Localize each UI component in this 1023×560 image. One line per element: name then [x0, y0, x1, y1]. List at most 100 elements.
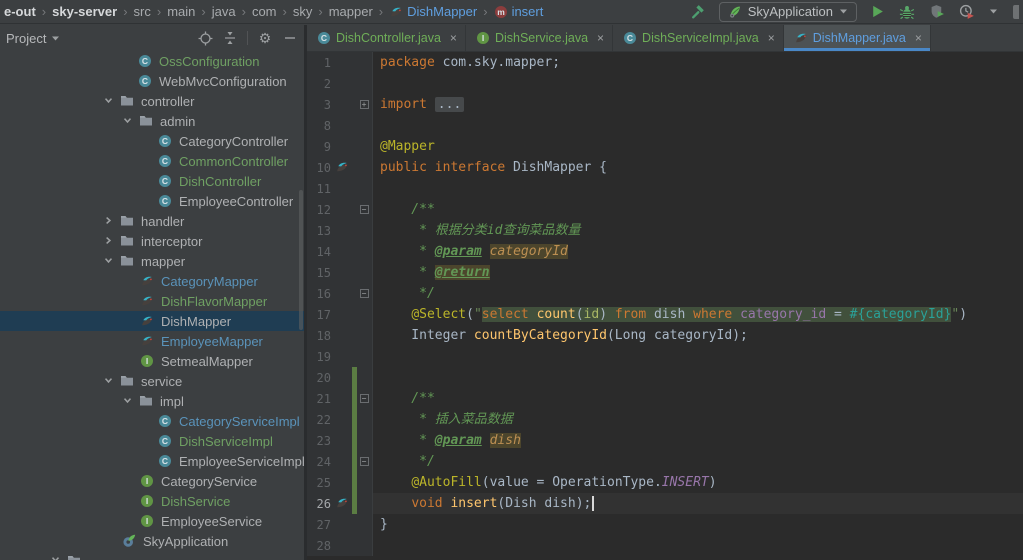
code-line-12[interactable]: 12 − /**: [307, 199, 1023, 220]
fold-plus-icon[interactable]: +: [359, 100, 369, 109]
code-line-22[interactable]: 22 * 插入菜品数据: [307, 409, 1023, 430]
chevron-down-icon[interactable]: [103, 95, 115, 107]
fold-end-icon[interactable]: −: [359, 289, 369, 298]
tree-item-mapper[interactable]: mapper: [0, 251, 304, 271]
folded-imports-chip[interactable]: ...: [434, 97, 465, 112]
code-line-28[interactable]: 28: [307, 535, 1023, 556]
tree-item-employeeserviceimpl[interactable]: C EmployeeServiceImpl: [0, 451, 304, 471]
tab-dishserviceimpl-java[interactable]: C DishServiceImpl.java ×: [613, 25, 784, 51]
code-line-14[interactable]: 14 * @param categoryId: [307, 241, 1023, 262]
tree-item-handler[interactable]: handler: [0, 211, 304, 231]
mybatis-gutter-icon[interactable]: [333, 496, 351, 511]
fold-minus-icon[interactable]: −: [359, 394, 369, 403]
code-editor[interactable]: 1 package com.sky.mapper; 2 3 + import ... 8 9 @…: [307, 52, 1023, 560]
code-line-10[interactable]: 10 public interface DishMapper {: [307, 157, 1023, 178]
code-line-19[interactable]: 19: [307, 346, 1023, 367]
code-line-13[interactable]: 13 * 根据分类id查询菜品数量: [307, 220, 1023, 241]
chevron-right-icon[interactable]: [103, 235, 115, 247]
tree-item-skyapplication[interactable]: SkyApplication: [0, 531, 304, 551]
run-button[interactable]: [867, 2, 887, 22]
profiler-dropdown-button[interactable]: [987, 2, 999, 22]
tab-dishservice-java[interactable]: I DishService.java ×: [466, 25, 614, 51]
chevron-down-icon[interactable]: [122, 395, 134, 407]
tree-item-employeecontroller[interactable]: C EmployeeController: [0, 191, 304, 211]
run-configuration-selector[interactable]: SkyApplication: [718, 1, 857, 22]
tree-item-admin[interactable]: admin: [0, 111, 304, 131]
tree-item-employeeservice[interactable]: I EmployeeService: [0, 511, 304, 531]
code-line-24[interactable]: 24 − */: [307, 451, 1023, 472]
tab-dishmapper-java[interactable]: DishMapper.java ×: [783, 25, 931, 51]
chevron-down-icon[interactable]: [122, 115, 134, 127]
debug-button[interactable]: [897, 2, 917, 22]
tree-item-interceptor[interactable]: interceptor: [0, 231, 304, 251]
fold-end-icon[interactable]: −: [359, 457, 369, 466]
code-line-25[interactable]: 25 @AutoFill(value = OperationType.INSER…: [307, 472, 1023, 493]
breadcrumb-item-insert[interactable]: m insert: [494, 4, 543, 19]
code-line-2[interactable]: 2: [307, 73, 1023, 94]
close-icon[interactable]: ×: [450, 31, 457, 45]
code-line-18[interactable]: 18 Integer countByCategoryId(Long catego…: [307, 325, 1023, 346]
breadcrumb-item-src[interactable]: src: [134, 4, 151, 19]
tree-item-categoryservice[interactable]: I CategoryService: [0, 471, 304, 491]
breadcrumb-item-com[interactable]: com: [252, 4, 277, 19]
tree-item-dishmapper[interactable]: DishMapper: [0, 311, 304, 331]
mybatis-gutter-icon[interactable]: [333, 160, 351, 175]
code-segment: INSERT: [661, 475, 709, 490]
tree-item-ossconfiguration[interactable]: C OssConfiguration: [0, 51, 304, 71]
tree-item-controller[interactable]: controller: [0, 91, 304, 111]
code-line-15[interactable]: 15 * @return: [307, 262, 1023, 283]
locate-file-button[interactable]: [197, 30, 213, 46]
build-hammer-button[interactable]: [689, 2, 709, 22]
chevron-down-icon[interactable]: [50, 554, 62, 560]
code-line-16[interactable]: 16 − */: [307, 283, 1023, 304]
code-line-20[interactable]: 20: [307, 367, 1023, 388]
chevron-right-icon[interactable]: [103, 215, 115, 227]
code-line-11[interactable]: 11: [307, 178, 1023, 199]
code-line-27[interactable]: 27}: [307, 514, 1023, 535]
breadcrumb-item-java[interactable]: java: [212, 4, 236, 19]
hide-panel-button[interactable]: [282, 30, 298, 46]
tree-item-label: controller: [141, 93, 195, 109]
close-icon[interactable]: ×: [768, 31, 775, 45]
tree-item-dishcontroller[interactable]: C DishController: [0, 171, 304, 191]
tree-item-employeemapper[interactable]: EmployeeMapper: [0, 331, 304, 351]
code-line-1[interactable]: 1 package com.sky.mapper;: [307, 52, 1023, 73]
tree-item-dishservice[interactable]: I DishService: [0, 491, 304, 511]
breadcrumb-item-mapper[interactable]: mapper: [329, 4, 373, 19]
project-scrollbar[interactable]: [299, 190, 303, 330]
tree-item-webmvcconfiguration[interactable]: C WebMvcConfiguration: [0, 71, 304, 91]
tab-dishcontroller-java[interactable]: C DishController.java ×: [307, 25, 466, 51]
tree-item-service[interactable]: service: [0, 371, 304, 391]
breadcrumb-item-e-out[interactable]: e-out: [4, 4, 36, 19]
breadcrumb-item-main[interactable]: main: [167, 4, 195, 19]
breadcrumb-item-dishmapper[interactable]: DishMapper: [389, 4, 477, 19]
tree-item-dishflavormapper[interactable]: DishFlavorMapper: [0, 291, 304, 311]
code-line-23[interactable]: 23 * @param dish: [307, 430, 1023, 451]
code-line-9[interactable]: 9 @Mapper: [307, 136, 1023, 157]
project-view-selector[interactable]: Project: [6, 31, 60, 46]
tree-item-categorymapper[interactable]: CategoryMapper: [0, 271, 304, 291]
collapse-all-button[interactable]: [222, 30, 238, 46]
profiler-button[interactable]: [957, 2, 977, 22]
run-with-coverage-button[interactable]: [927, 2, 947, 22]
close-icon[interactable]: ×: [915, 31, 922, 45]
chevron-down-icon[interactable]: [103, 375, 115, 387]
breadcrumb-item-sky-server[interactable]: sky-server: [52, 4, 117, 19]
tree-item-partial[interactable]: [0, 551, 304, 560]
tree-item-setmealmapper[interactable]: I SetmealMapper: [0, 351, 304, 371]
tree-item-dishserviceimpl[interactable]: C DishServiceImpl: [0, 431, 304, 451]
code-line-3[interactable]: 3 + import ...: [307, 94, 1023, 115]
tree-item-impl[interactable]: impl: [0, 391, 304, 411]
tree-item-categorycontroller[interactable]: C CategoryController: [0, 131, 304, 151]
panel-settings-button[interactable]: ⚙: [257, 30, 273, 46]
code-line-17[interactable]: 17 @Select("select count(id) from dish w…: [307, 304, 1023, 325]
close-icon[interactable]: ×: [597, 31, 604, 45]
breadcrumb-item-sky[interactable]: sky: [293, 4, 313, 19]
code-line-26[interactable]: 26 void insert(Dish dish);: [307, 493, 1023, 514]
code-line-8[interactable]: 8: [307, 115, 1023, 136]
chevron-down-icon[interactable]: [103, 255, 115, 267]
tree-item-categoryserviceimpl[interactable]: C CategoryServiceImpl: [0, 411, 304, 431]
fold-minus-icon[interactable]: −: [359, 205, 369, 214]
tree-item-commoncontroller[interactable]: C CommonController: [0, 151, 304, 171]
code-line-21[interactable]: 21 − /**: [307, 388, 1023, 409]
